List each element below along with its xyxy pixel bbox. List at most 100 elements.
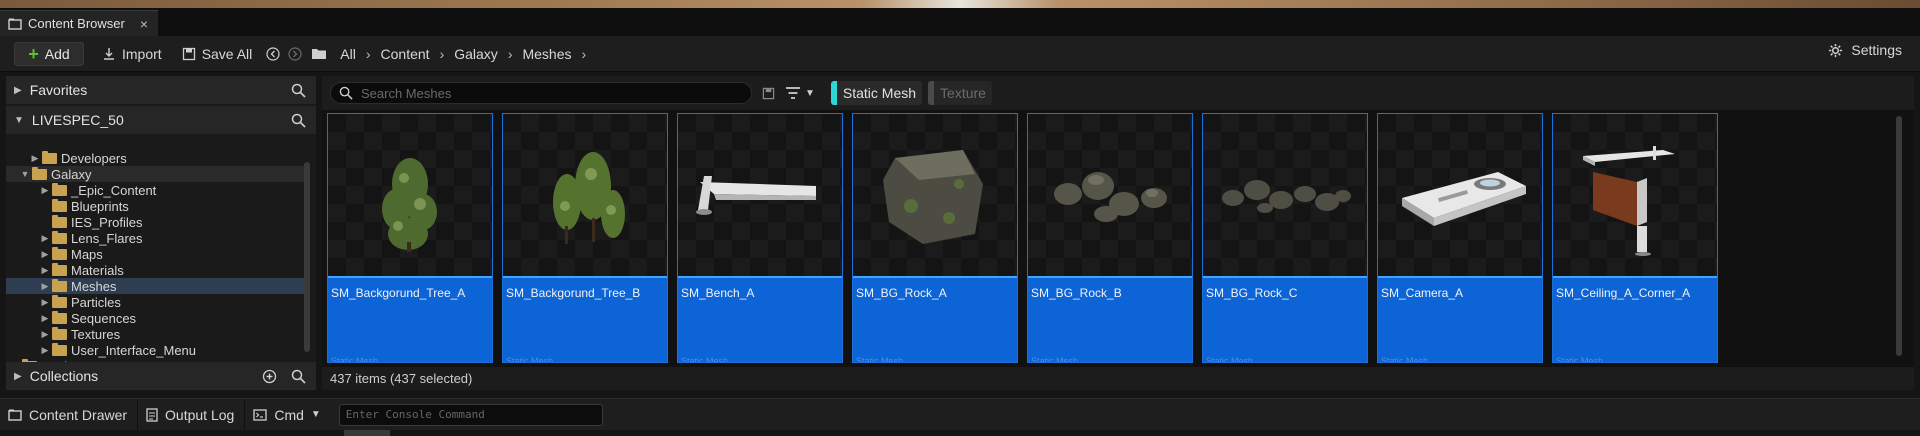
- settings-label: Settings: [1851, 42, 1902, 58]
- asset-label-panel: SM_Ceiling_A_Corner_A Static Mesh: [1553, 276, 1717, 362]
- output-log-button[interactable]: Output Log: [138, 398, 246, 431]
- search-icon[interactable]: [291, 83, 306, 98]
- breadcrumb-item[interactable]: Content: [375, 46, 436, 62]
- tree-item-label: Maps: [71, 246, 103, 262]
- chip-label: Texture: [940, 85, 986, 101]
- bottom-scroll-strip: [0, 430, 1920, 436]
- expand-arrow-icon[interactable]: ▶: [40, 329, 50, 340]
- breadcrumb-item[interactable]: Galaxy: [448, 46, 504, 62]
- content-toolbar: + Add Import Save All All › Content › Galaxy…: [0, 36, 1920, 72]
- expand-arrow-icon[interactable]: ▶: [40, 297, 50, 308]
- tree-item-meshes[interactable]: ▶ Meshes: [6, 278, 304, 294]
- tree-item-textures[interactable]: ▶ Textures: [6, 326, 304, 342]
- filter-bar: Search Meshes ▼ Static Mesh Texture: [322, 76, 1914, 110]
- folder-icon: [52, 310, 67, 324]
- expand-arrow-icon[interactable]: ▶: [14, 371, 22, 382]
- breadcrumb: All › Content › Galaxy › Meshes ›: [334, 46, 590, 62]
- asset-name: SM_Backgorund_Tree_B: [506, 286, 641, 300]
- filter-chip-static-mesh[interactable]: Static Mesh: [830, 81, 923, 105]
- expand-arrow-icon[interactable]: ▶: [40, 265, 50, 276]
- breadcrumb-chevron-icon[interactable]: ›: [578, 46, 591, 62]
- search-icon[interactable]: [291, 113, 306, 128]
- tree-item-particles[interactable]: ▶ Particles: [6, 294, 304, 310]
- asset-name: SM_BG_Rock_A: [856, 286, 947, 300]
- project-header[interactable]: ▼ LIVESPEC_50: [6, 106, 316, 134]
- filter-icon: [786, 87, 800, 99]
- content-browser-icon: [8, 18, 22, 30]
- add-button[interactable]: + Add: [14, 41, 84, 66]
- tab-title: Content Browser: [28, 16, 125, 31]
- tree-item-galaxy[interactable]: ▼ Galaxy: [6, 166, 304, 182]
- import-label: Import: [122, 45, 162, 62]
- breadcrumb-chevron-icon[interactable]: ›: [362, 46, 375, 62]
- save-icon: [182, 47, 195, 60]
- filter-chip-texture[interactable]: Texture: [928, 81, 992, 105]
- folder-icon: [52, 294, 67, 308]
- folder-icon: [42, 150, 57, 164]
- asset-tile[interactable]: SM_BG_Rock_C Static Mesh: [1202, 113, 1368, 363]
- search-input[interactable]: Search Meshes: [330, 82, 752, 104]
- tree-item-epic-content[interactable]: ▶ _Epic_Content: [6, 182, 304, 198]
- tree-item-sequences[interactable]: ▶ Sequences: [6, 310, 304, 326]
- folder-browse-icon[interactable]: [308, 45, 330, 63]
- cmd-selector[interactable]: Cmd ▼: [245, 399, 330, 431]
- console-input[interactable]: Enter Console Command: [338, 403, 603, 426]
- tree-item-maps[interactable]: ▶ Maps: [6, 246, 304, 262]
- tree-item-user-interface-menu[interactable]: ▶ User_Interface_Menu: [6, 342, 304, 358]
- expand-arrow-icon[interactable]: ▶: [40, 281, 50, 292]
- breadcrumb-item[interactable]: All: [334, 46, 362, 62]
- expand-arrow-icon[interactable]: ▶: [40, 345, 50, 356]
- status-bar: Content Drawer Output Log Cmd ▼ Enter Co…: [0, 398, 1920, 431]
- collections-header[interactable]: ▶ Collections: [6, 362, 316, 390]
- folder-tree: ▶ Developers ▼ Galaxy ▶ _Epic_Content Blueprin…: [6, 150, 304, 374]
- tab-close-icon[interactable]: ×: [140, 16, 148, 32]
- breadcrumb-item[interactable]: Meshes: [516, 46, 577, 62]
- settings-button[interactable]: Settings: [1828, 42, 1902, 58]
- tree-item-ies-profiles[interactable]: IES_Profiles: [6, 214, 304, 230]
- tree-scrollbar[interactable]: [304, 162, 310, 352]
- expand-arrow-icon[interactable]: ▶: [40, 249, 50, 260]
- tab-content-browser[interactable]: Content Browser ×: [0, 10, 158, 36]
- asset-tile[interactable]: SM_Backgorund_Tree_B Static Mesh: [502, 113, 668, 363]
- sources-panel: ▶ Favorites ▼ LIVESPEC_50 ▶ Developers ▼ Ga…: [6, 76, 316, 390]
- asset-tile[interactable]: SM_Backgorund_Tree_A Static Mesh: [327, 113, 493, 363]
- import-icon: [104, 47, 114, 60]
- content-drawer-button[interactable]: Content Drawer: [0, 398, 139, 431]
- folder-icon: [52, 246, 67, 260]
- expand-arrow-icon[interactable]: ▶: [30, 153, 40, 164]
- history-forward-icon[interactable]: [286, 45, 304, 63]
- search-icon[interactable]: [291, 369, 306, 384]
- folder-icon: [52, 342, 67, 356]
- asset-tile[interactable]: SM_Ceiling_A_Corner_A Static Mesh: [1552, 113, 1718, 363]
- tree-item-materials[interactable]: ▶ Materials: [6, 262, 304, 278]
- tree-item-blueprints[interactable]: Blueprints: [6, 198, 304, 214]
- expand-arrow-icon[interactable]: ▶: [40, 313, 50, 324]
- breadcrumb-chevron-icon[interactable]: ›: [436, 46, 449, 62]
- horizontal-scroll-thumb[interactable]: [344, 430, 390, 436]
- asset-tile[interactable]: SM_Bench_A Static Mesh: [677, 113, 843, 363]
- favorites-header[interactable]: ▶ Favorites: [6, 76, 316, 104]
- asset-tile[interactable]: SM_Camera_A Static Mesh: [1377, 113, 1543, 363]
- collapse-arrow-icon[interactable]: ▼: [20, 169, 30, 179]
- viewport-edge: [0, 0, 1920, 8]
- expand-arrow-icon[interactable]: ▶: [40, 233, 50, 244]
- asset-scrollbar[interactable]: [1896, 116, 1902, 356]
- filter-button[interactable]: ▼: [785, 86, 815, 100]
- rock-c-thumbnail-icon: [1203, 114, 1367, 276]
- save-all-button[interactable]: Save All: [174, 42, 261, 66]
- asset-tile[interactable]: SM_BG_Rock_A Static Mesh: [852, 113, 1018, 363]
- expand-arrow-icon[interactable]: ▶: [14, 85, 22, 96]
- save-search-icon[interactable]: [762, 87, 775, 100]
- tree-item-developers[interactable]: ▶ Developers: [6, 150, 304, 166]
- tree-item-label: Textures: [71, 326, 121, 342]
- folder-open-icon: [32, 166, 47, 180]
- import-button[interactable]: Import: [94, 42, 170, 66]
- asset-tile[interactable]: SM_BG_Rock_B Static Mesh: [1027, 113, 1193, 363]
- output-log-icon: [146, 407, 158, 422]
- breadcrumb-chevron-icon[interactable]: ›: [504, 46, 517, 62]
- tree-item-lens-flares[interactable]: ▶ Lens_Flares: [6, 230, 304, 246]
- collapse-arrow-icon[interactable]: ▼: [14, 115, 24, 126]
- add-collection-icon[interactable]: [262, 369, 277, 384]
- history-back-icon[interactable]: [264, 45, 282, 63]
- expand-arrow-icon[interactable]: ▶: [40, 185, 50, 196]
